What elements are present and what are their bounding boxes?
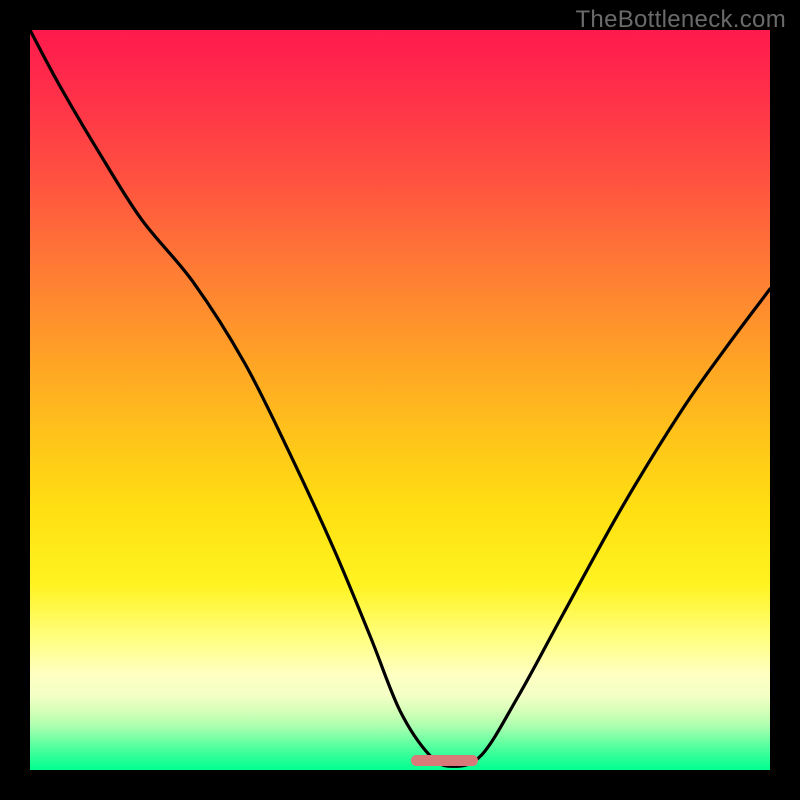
optimal-range-marker bbox=[411, 755, 478, 766]
watermark-text: TheBottleneck.com bbox=[575, 6, 786, 34]
chart-frame: TheBottleneck.com bbox=[0, 0, 800, 800]
bottleneck-curve bbox=[30, 30, 770, 770]
plot-area bbox=[30, 30, 770, 770]
